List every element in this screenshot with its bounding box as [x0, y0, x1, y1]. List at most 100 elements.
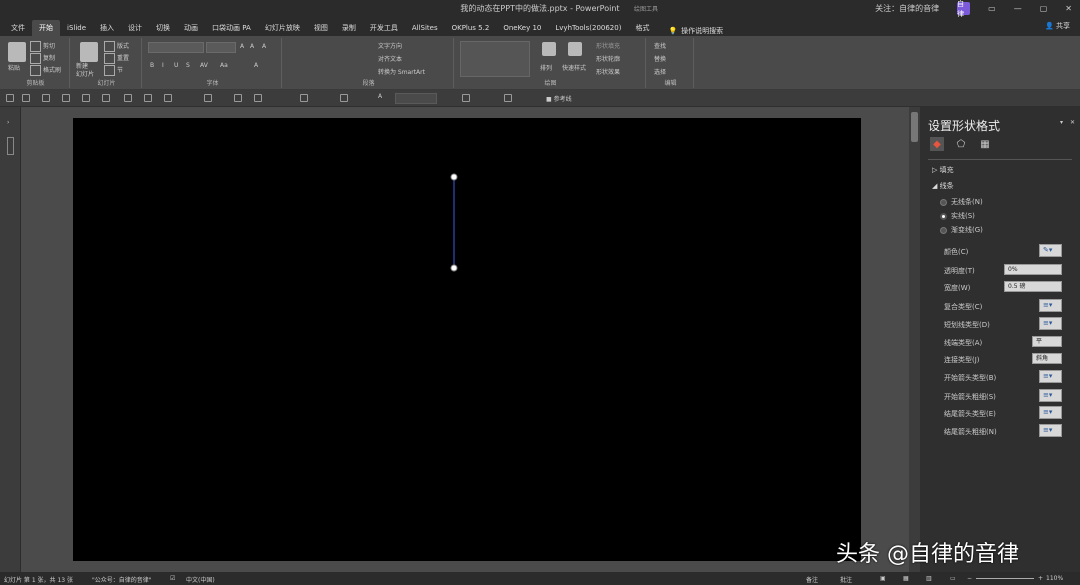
outline-icon[interactable]	[164, 94, 172, 102]
eyedropper-icon[interactable]	[234, 94, 242, 102]
size-properties-tab-icon[interactable]: ▦	[978, 137, 992, 151]
slide-sorter-icon[interactable]: ▦	[903, 575, 909, 582]
qat-font-color-button[interactable]: A	[378, 93, 382, 100]
section-button[interactable]: 节	[104, 65, 123, 76]
select-button[interactable]: 选择	[654, 67, 666, 76]
tab-13[interactable]: OKPlus 5.2	[445, 20, 497, 36]
group-icon[interactable]	[254, 94, 262, 102]
distribute-icon[interactable]	[102, 94, 110, 102]
avatar[interactable]: 自律	[957, 0, 971, 18]
line-start-handle[interactable]	[450, 173, 458, 181]
crop-icon[interactable]	[300, 94, 308, 102]
prop-button-9[interactable]: ≡▾	[1039, 406, 1062, 419]
arrange-icon[interactable]	[542, 42, 556, 56]
tab-2[interactable]: iSlide	[60, 20, 93, 36]
tab-4[interactable]: 设计	[121, 20, 149, 36]
tab-15[interactable]: LvyhTools(200620)	[548, 20, 628, 36]
share-button[interactable]: 👤 共享	[1045, 21, 1070, 31]
align-icon[interactable]	[82, 94, 90, 102]
paste-icon[interactable]	[8, 42, 26, 62]
expand-thumbnails-icon[interactable]: ›	[7, 119, 9, 126]
paste-button[interactable]: 粘贴	[8, 63, 20, 72]
bold-button[interactable]: B	[150, 62, 154, 69]
line-end-handle[interactable]	[450, 264, 458, 272]
quick-styles-button[interactable]: 快速样式	[562, 63, 586, 72]
redo-icon[interactable]	[42, 94, 50, 102]
undo-icon[interactable]	[22, 94, 30, 102]
tab-14[interactable]: OneKey 10	[496, 20, 548, 36]
change-case-button[interactable]: Aa	[220, 62, 228, 69]
new-slide-button[interactable]: 新建 幻灯片	[76, 63, 94, 79]
align-left-icon[interactable]	[124, 94, 132, 102]
layout-button[interactable]: 版式	[104, 41, 129, 52]
smartart-button[interactable]: 转换为 SmartArt	[378, 67, 425, 76]
prop-button-3[interactable]: ≡▾	[1039, 299, 1062, 312]
cut-button[interactable]: 剪切	[30, 41, 55, 52]
italic-button[interactable]: I	[162, 62, 164, 69]
clear-format-button[interactable]: A	[262, 43, 266, 50]
decrease-font-button[interactable]: A	[250, 43, 254, 50]
slideshow-view-icon[interactable]: ▭	[950, 575, 956, 582]
quick-styles-icon[interactable]	[568, 42, 582, 56]
prop-button-8[interactable]: ≡▾	[1039, 389, 1062, 402]
tab-11[interactable]: 开发工具	[363, 20, 405, 36]
pane-options-icon[interactable]: ▾	[1060, 119, 1063, 126]
save-icon[interactable]	[6, 94, 14, 102]
transparency-input[interactable]: 0%	[1004, 264, 1062, 275]
ribbon-display-options-icon[interactable]: ▭	[988, 4, 996, 13]
format-painter-button[interactable]: 格式刷	[30, 65, 61, 76]
tab-5[interactable]: 切换	[149, 20, 177, 36]
prop-button-4[interactable]: ≡▾	[1039, 317, 1062, 330]
tab-10[interactable]: 录制	[335, 20, 363, 36]
format-painter-icon[interactable]	[204, 94, 212, 102]
char-spacing-button[interactable]: AV	[200, 62, 208, 69]
normal-view-icon[interactable]: ▣	[880, 575, 886, 582]
width-input[interactable]: 0.5 磅	[1004, 281, 1062, 292]
tab-0[interactable]: 文件	[4, 20, 32, 36]
minimize-button[interactable]: —	[1014, 4, 1022, 13]
find-button[interactable]: 查找	[654, 41, 666, 50]
font-color-button[interactable]: A	[254, 62, 258, 69]
line-option-0[interactable]: 无线条(N)	[940, 197, 983, 207]
guides-icon[interactable]	[462, 94, 470, 102]
restore-button[interactable]: ▢	[1040, 4, 1048, 13]
copy-button[interactable]: 复制	[30, 53, 55, 64]
fill-line-tab-icon[interactable]: ◆	[930, 137, 944, 151]
cap-type-dropdown[interactable]: 平	[1032, 336, 1062, 347]
zoom-level[interactable]: 110%	[1046, 575, 1063, 582]
close-button[interactable]: ✕	[1065, 4, 1072, 13]
accessibility-icon[interactable]: ☑	[170, 575, 175, 582]
align-text-button[interactable]: 对齐文本	[378, 54, 402, 63]
effects-tab-icon[interactable]: ⬠	[954, 137, 968, 151]
font-size-dropdown[interactable]	[206, 42, 236, 53]
fill-icon[interactable]	[144, 94, 152, 102]
reading-view-icon[interactable]: ▥	[926, 575, 932, 582]
new-slide-icon[interactable]	[80, 42, 98, 62]
shape-effects-button[interactable]: 形状效果	[596, 67, 620, 76]
qat-size-input[interactable]	[395, 93, 437, 104]
comments-button[interactable]: 批注	[840, 575, 852, 584]
tab-1[interactable]: 开始	[32, 20, 60, 36]
text-direction-button[interactable]: 文字方向	[378, 41, 402, 50]
thumbnails-label-icon[interactable]	[7, 137, 14, 155]
zoom-slider[interactable]	[976, 578, 1034, 579]
prop-button-10[interactable]: ≡▾	[1039, 424, 1062, 437]
tab-9[interactable]: 视图	[307, 20, 335, 36]
shapes-gallery[interactable]	[460, 41, 530, 77]
slide-canvas[interactable]	[73, 118, 861, 561]
tab-12[interactable]: AllSites	[405, 20, 445, 36]
font-name-dropdown[interactable]	[148, 42, 204, 53]
join-type-dropdown[interactable]: 斜角	[1032, 353, 1062, 364]
shape-fill-button[interactable]: 形状填充	[596, 41, 620, 50]
line-section-header[interactable]: ◢ 线条	[932, 181, 954, 191]
tell-me[interactable]: 💡 操作说明搜索	[668, 26, 723, 36]
strike-button[interactable]: S	[186, 62, 190, 69]
tab-8[interactable]: 幻灯片放映	[258, 20, 307, 36]
vertical-scrollbar[interactable]	[909, 107, 920, 572]
guides-toggle[interactable]: ■ 参考线	[546, 94, 572, 103]
language-indicator[interactable]: 中文(中国)	[186, 575, 215, 584]
tab-16[interactable]: 格式	[628, 20, 656, 36]
line-option-1[interactable]: 实线(S)	[940, 211, 975, 221]
shape-fill-icon[interactable]	[340, 94, 348, 102]
notes-button[interactable]: 备注	[806, 575, 818, 584]
